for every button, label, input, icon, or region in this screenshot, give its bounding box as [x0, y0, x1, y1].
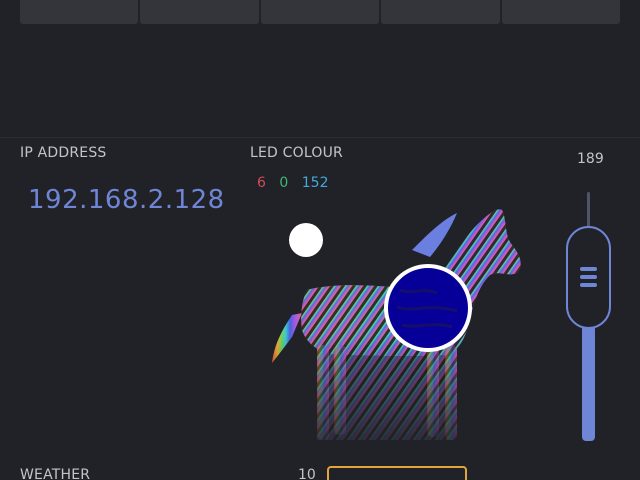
- grip-line-icon: [580, 275, 597, 279]
- weather-value: 10: [298, 467, 316, 480]
- ip-address-value: 192.168.2.128: [28, 185, 225, 215]
- slider-fill[interactable]: [582, 325, 595, 441]
- led-colour-label: LED COLOUR: [250, 145, 343, 161]
- slider-handle[interactable]: [566, 226, 611, 329]
- blue-value: 152: [301, 175, 329, 191]
- zebra-color-picker[interactable]: [262, 195, 532, 450]
- tab-1[interactable]: [20, 0, 139, 24]
- weather-display[interactable]: [327, 466, 467, 480]
- zebra-body: [272, 313, 302, 363]
- tab-4[interactable]: [381, 0, 500, 24]
- grip-line-icon: [580, 267, 597, 271]
- tab-3[interactable]: [260, 0, 380, 24]
- green-value: 0: [279, 175, 289, 191]
- grip-line-icon: [580, 283, 597, 287]
- rgb-readout: 6 0 152: [257, 175, 337, 191]
- tab-2[interactable]: [140, 0, 259, 24]
- red-value: 6: [257, 175, 266, 191]
- weather-label: WEATHER: [20, 467, 91, 480]
- slider-value: 189: [577, 151, 604, 167]
- section-divider: [0, 137, 640, 138]
- ip-address-label: IP ADDRESS: [20, 145, 107, 161]
- tab-bar: [20, 0, 621, 24]
- tab-5[interactable]: [501, 0, 621, 24]
